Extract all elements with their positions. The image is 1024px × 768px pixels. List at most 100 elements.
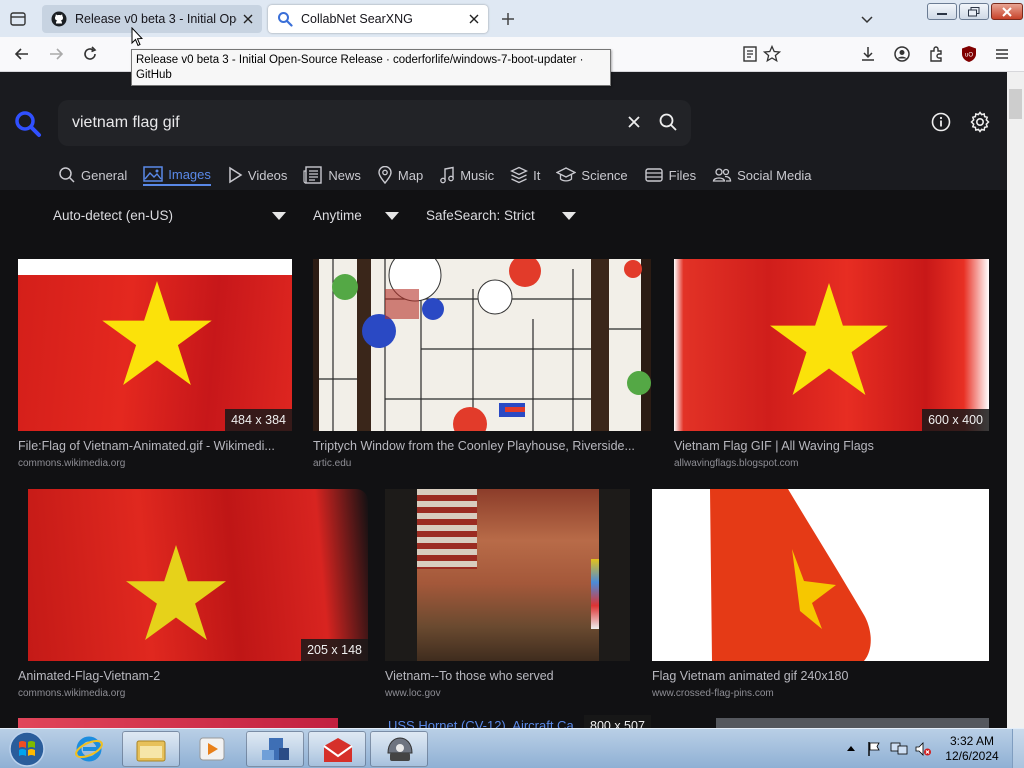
close-tab-icon[interactable] — [467, 12, 481, 26]
reload-icon[interactable] — [81, 45, 99, 63]
firefox-taskbar-button[interactable] — [308, 731, 366, 767]
volume-muted-icon[interactable] — [914, 741, 932, 757]
forward-arrow-icon[interactable] — [47, 45, 65, 63]
network-icon[interactable] — [890, 741, 908, 757]
result-thumbnail[interactable] — [652, 489, 989, 661]
start-button-icon[interactable] — [8, 730, 46, 768]
result-title[interactable]: Triptych Window from the Coonley Playhou… — [313, 439, 651, 453]
result-title[interactable]: Flag Vietnam animated gif 240x180 — [652, 669, 989, 683]
result-thumbnail[interactable] — [313, 259, 651, 431]
result-thumbnail[interactable]: 205 x 148 — [18, 489, 368, 661]
restore-button[interactable] — [959, 3, 989, 20]
helmet-app-taskbar-button[interactable] — [370, 731, 428, 767]
result-title[interactable]: Vietnam Flag GIF | All Waving Flags — [674, 439, 989, 453]
tab-title: Release v0 beta 3 - Initial Open-Source … — [75, 12, 237, 26]
clear-search-icon[interactable] — [626, 114, 642, 130]
result-thumbnail[interactable]: 484 x 384 — [18, 259, 292, 431]
result-url: artic.edu — [313, 458, 352, 469]
image-dimensions: 205 x 148 — [301, 639, 368, 661]
image-result[interactable] — [716, 718, 989, 728]
media-player-taskbar-button[interactable] — [184, 731, 242, 767]
time-range-select[interactable]: Anytime — [313, 208, 362, 223]
network-app-taskbar-button[interactable] — [246, 731, 304, 767]
result-thumbnail[interactable]: 600 x 400 — [674, 259, 989, 431]
image-result[interactable]: Flag Vietnam animated gif 240x180 www.cr… — [652, 489, 989, 699]
gear-icon[interactable] — [969, 111, 991, 133]
search-query-text: vietnam flag gif — [72, 114, 180, 131]
tab-collabnet-searxng[interactable]: CollabNet SearXNG — [268, 5, 488, 33]
chevron-down-icon[interactable] — [272, 212, 286, 220]
new-tab-icon[interactable] — [500, 11, 516, 27]
image-result[interactable]: 484 x 384 File:Flag of Vietnam-Animated.… — [18, 259, 292, 469]
tab-social-media[interactable]: Social Media — [712, 164, 812, 186]
download-icon[interactable] — [859, 45, 877, 63]
tab-it[interactable]: It — [510, 164, 540, 186]
internet-explorer-icon — [75, 736, 103, 762]
tab-map[interactable]: Map — [377, 164, 423, 186]
close-icon — [1002, 6, 1012, 17]
tab-videos[interactable]: Videos — [227, 164, 287, 186]
tab-bar: Release v0 beta 3 - Initial Open-Source … — [0, 0, 1024, 37]
tab-general[interactable]: General — [58, 164, 127, 186]
layers-icon — [510, 166, 529, 184]
image-icon — [143, 166, 163, 182]
tab-label: General — [81, 167, 128, 183]
search-header: vietnam flag gif General Images Videos N… — [0, 72, 1007, 190]
windows-taskbar: 3:32 AM 12/6/2024 — [0, 728, 1024, 768]
users-icon — [712, 168, 732, 182]
minimize-icon — [937, 12, 947, 15]
image-result[interactable] — [18, 718, 338, 728]
chevron-down-icon[interactable] — [385, 212, 399, 220]
search-results-page: vietnam flag gif General Images Videos N… — [0, 72, 1007, 728]
close-window-button[interactable] — [991, 3, 1023, 20]
reader-view-icon[interactable] — [741, 45, 759, 63]
searxng-logo-icon[interactable] — [14, 110, 42, 138]
image-dimensions: 600 x 400 — [922, 409, 989, 431]
tab-science[interactable]: Science — [556, 164, 628, 186]
extensions-icon[interactable] — [927, 45, 945, 63]
tab-label: Images — [168, 166, 211, 182]
tab-label: Science — [581, 167, 628, 183]
minimize-button[interactable] — [927, 3, 957, 20]
language-select[interactable]: Auto-detect (en-US) — [53, 208, 173, 223]
chevron-down-icon[interactable] — [562, 212, 576, 220]
result-title[interactable]: Animated-Flag-Vietnam-2 — [18, 669, 368, 683]
file-explorer-taskbar-button[interactable] — [122, 731, 180, 767]
clock-date: 12/6/2024 — [945, 749, 999, 763]
tab-images[interactable]: Images — [143, 164, 211, 186]
result-title[interactable]: Vietnam--To those who served — [385, 669, 630, 683]
tab-github-release[interactable]: Release v0 beta 3 - Initial Open-Source … — [42, 5, 262, 33]
tab-news[interactable]: News — [303, 164, 361, 186]
media-player-icon — [199, 737, 225, 761]
result-thumbnail[interactable] — [385, 489, 630, 661]
result-title[interactable]: File:Flag of Vietnam-Animated.gif - Wiki… — [18, 439, 292, 453]
bookmark-star-icon[interactable] — [763, 45, 781, 63]
tab-list-icon[interactable] — [8, 9, 28, 29]
search-input[interactable]: vietnam flag gif — [58, 100, 691, 146]
image-result[interactable]: Triptych Window from the Coonley Playhou… — [313, 259, 651, 469]
scrollbar-thumb[interactable] — [1009, 89, 1022, 119]
internet-explorer-taskbar-button[interactable] — [60, 731, 118, 767]
menu-icon[interactable] — [993, 45, 1011, 63]
ublock-origin-icon[interactable]: uO — [960, 45, 978, 63]
action-center-flag-icon[interactable] — [866, 741, 882, 757]
show-desktop-button[interactable] — [1012, 729, 1024, 768]
chevron-up-icon[interactable] — [846, 744, 856, 752]
image-result[interactable]: Vietnam--To those who served www.loc.gov — [385, 489, 630, 699]
window-controls — [925, 3, 1023, 20]
yellow-star-icon — [770, 283, 888, 395]
tab-tooltip: Release v0 beta 3 - Initial Open-Source … — [131, 49, 611, 86]
system-clock[interactable]: 3:32 AM 12/6/2024 — [940, 734, 1004, 764]
chevron-down-icon[interactable] — [860, 12, 874, 26]
back-arrow-icon[interactable] — [13, 45, 31, 63]
info-icon[interactable] — [931, 112, 951, 132]
close-tab-icon[interactable] — [241, 12, 255, 26]
search-submit-icon[interactable] — [658, 112, 678, 132]
tab-files[interactable]: Files — [644, 164, 696, 186]
page-scrollbar[interactable] — [1007, 72, 1024, 728]
tab-music[interactable]: Music — [439, 164, 494, 186]
image-result[interactable]: 205 x 148 Animated-Flag-Vietnam-2 common… — [18, 489, 368, 699]
safesearch-select[interactable]: SafeSearch: Strict — [426, 208, 535, 223]
account-icon[interactable] — [893, 45, 911, 63]
image-result[interactable]: 600 x 400 Vietnam Flag GIF | All Waving … — [674, 259, 989, 469]
